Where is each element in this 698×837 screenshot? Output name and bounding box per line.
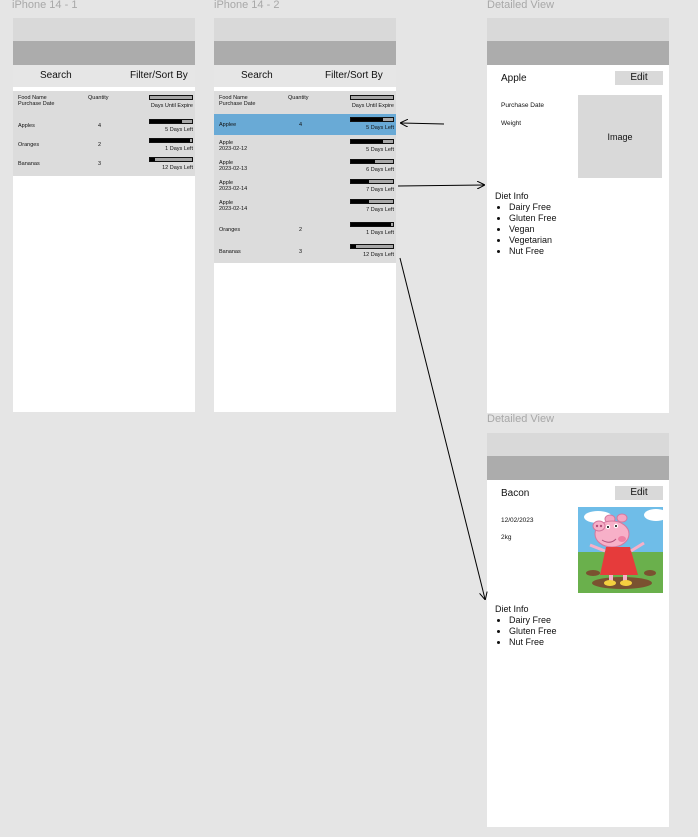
arrow-to-detail-view-2 [399,257,485,599]
arrow-to-selected-row [401,123,445,124]
arrow-to-detail-view-1 [397,185,484,186]
flow-arrows [397,0,698,837]
